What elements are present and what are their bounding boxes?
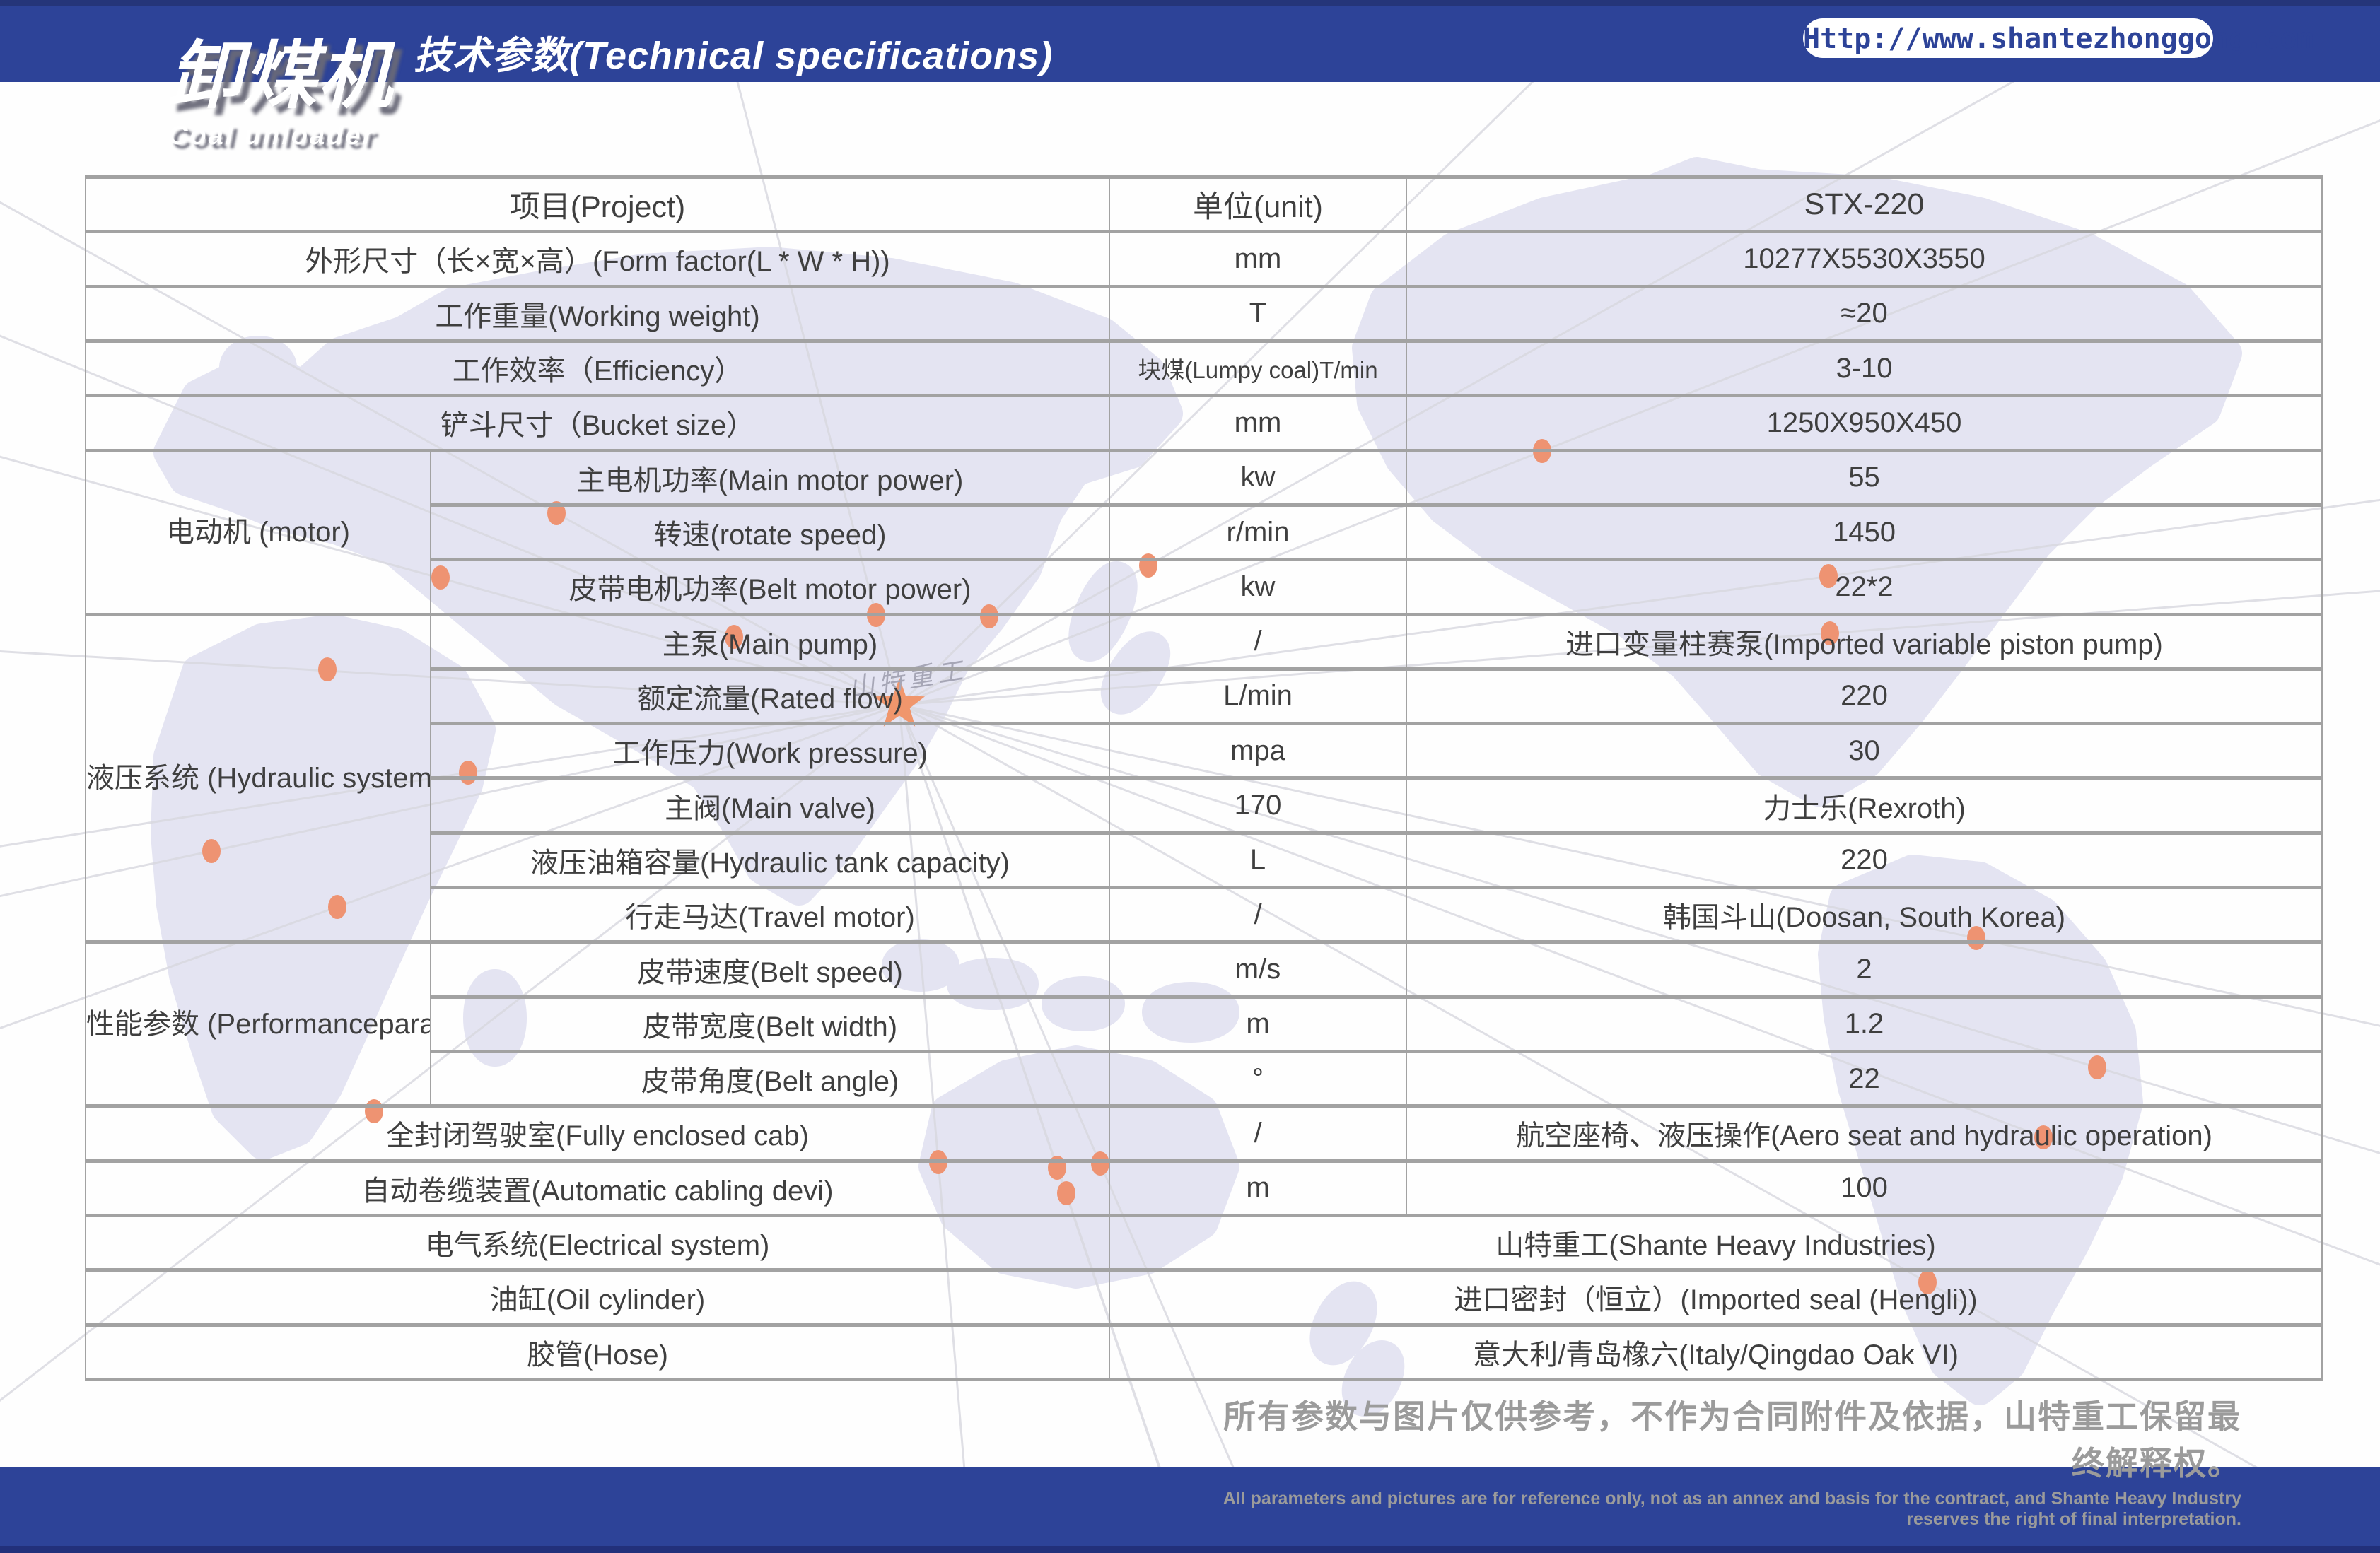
page-title: 技术参数(Technical specifications) [414,24,1053,80]
disclaimer: 所有参数与图片仅供参考，不作为合同附件及依据，山特重工保留最终解释权。 All … [1202,1391,2241,1530]
row-value: 进口密封（恒立）(Imported seal (Hengli)) [1109,1270,2322,1325]
row-value: 220 [1406,669,2322,723]
row-label: 工作效率（Efficiency） [86,341,1109,395]
disclaimer-chinese: 所有参数与图片仅供参考，不作为合同附件及依据，山特重工保留最终解释权。 [1202,1391,2241,1484]
row-value: 进口变量柱赛泵(Imported variable piston pump) [1406,614,2322,669]
row-value: 22 [1406,1052,2322,1106]
group-label-motor: 电动机 (motor) [86,450,431,614]
row-label: 皮带角度(Belt angle) [431,1052,1109,1106]
row-unit: mm [1109,232,1406,286]
row-unit: r/min [1109,505,1406,559]
row-value: 力士乐(Rexroth) [1406,778,2322,833]
row-label: 额定流量(Rated flow) [431,669,1109,723]
row-label: 电气系统(Electrical system) [86,1215,1109,1270]
row-unit: 块煤(Lumpy coal)T/min [1109,341,1406,395]
row-value: 1450 [1406,505,2322,559]
row-unit: T [1109,286,1406,341]
spec-table: 项目(Project) 单位(unit) STX-220 外形尺寸（长×宽×高）… [85,175,2323,1381]
row-label: 工作重量(Working weight) [86,286,1109,341]
row-unit: / [1109,1106,1406,1161]
row-label: 皮带速度(Belt speed) [431,942,1109,997]
row-unit: m/s [1109,942,1406,997]
row-value: 2 [1406,942,2322,997]
table-header-row: 项目(Project) 单位(unit) STX-220 [86,177,2322,232]
table-row: 电动机 (motor) 主电机功率(Main motor power) kw 5… [86,450,2322,505]
table-row: 液压系统 (Hydraulic system) 主泵(Main pump) / … [86,614,2322,669]
row-value: 100 [1406,1161,2322,1215]
row-value: ≈20 [1406,286,2322,341]
row-label: 主电机功率(Main motor power) [431,450,1109,505]
row-unit: 170 [1109,778,1406,833]
row-unit: m [1109,997,1406,1051]
row-value: 220 [1406,833,2322,887]
row-value: 山特重工(Shante Heavy Industries) [1109,1215,2322,1270]
row-unit: mpa [1109,724,1406,778]
row-value: 3-10 [1406,341,2322,395]
row-label: 皮带电机功率(Belt motor power) [431,560,1109,614]
row-label: 油缸(Oil cylinder) [86,1270,1109,1325]
col-header-project: 项目(Project) [86,177,1109,232]
row-unit: mm [1109,396,1406,450]
table-row: 胶管(Hose) 意大利/青岛橡六(Italy/Qingdao Oak VI) [86,1325,2322,1379]
row-unit: kw [1109,560,1406,614]
logo-english: Coal unloader [168,121,393,151]
table-row: 工作重量(Working weight) T ≈20 [86,286,2322,341]
row-label: 外形尺寸（长×宽×高）(Form factor(L * W * H)) [86,232,1109,286]
row-value: 10277X5530X3550 [1406,232,2322,286]
row-value: 航空座椅、液压操作(Aero seat and hydraulic operat… [1406,1106,2322,1161]
row-label: 工作压力(Work pressure) [431,724,1109,778]
table-row: 工作效率（Efficiency） 块煤(Lumpy coal)T/min 3-1… [86,341,2322,395]
logo-chinese: 卸煤机 [168,38,393,115]
group-label-hydraulic: 液压系统 (Hydraulic system) [86,614,431,942]
row-unit: / [1109,888,1406,942]
row-label: 主阀(Main valve) [431,778,1109,833]
row-value: 1250X950X450 [1406,396,2322,450]
disclaimer-english: All parameters and pictures are for refe… [1202,1489,2241,1530]
row-value: 韩国斗山(Doosan, South Korea) [1406,888,2322,942]
row-label: 皮带宽度(Belt width) [431,997,1109,1051]
table-row: 全封闭驾驶室(Fully enclosed cab) / 航空座椅、液压操作(A… [86,1106,2322,1161]
website-url-badge: Http://www.shantezhonggong.com [1803,18,2213,58]
row-value: 1.2 [1406,997,2322,1051]
group-label-performance: 性能参数 (Performanceparameters) [86,942,431,1106]
row-label: 自动卷缆装置(Automatic cabling devi) [86,1161,1109,1215]
spec-sheet-page: 山特重工 卸煤机 Coal unloader 技术参数(Technical sp… [0,0,2380,1553]
row-unit: / [1109,614,1406,669]
col-header-unit: 单位(unit) [1109,177,1406,232]
table-row: 油缸(Oil cylinder) 进口密封（恒立）(Imported seal … [86,1270,2322,1325]
row-unit: m [1109,1161,1406,1215]
row-value: 22*2 [1406,560,2322,614]
row-unit: L/min [1109,669,1406,723]
table-row: 铲斗尺寸（Bucket size） mm 1250X950X450 [86,396,2322,450]
table-row: 性能参数 (Performanceparameters) 皮带速度(Belt s… [86,942,2322,997]
table-row: 电气系统(Electrical system) 山特重工(Shante Heav… [86,1215,2322,1270]
table-row: 自动卷缆装置(Automatic cabling devi) m 100 [86,1161,2322,1215]
row-value: 意大利/青岛橡六(Italy/Qingdao Oak VI) [1109,1325,2322,1379]
col-header-model: STX-220 [1406,177,2322,232]
row-value: 55 [1406,450,2322,505]
row-label: 主泵(Main pump) [431,614,1109,669]
row-label: 液压油箱容量(Hydraulic tank capacity) [431,833,1109,887]
row-unit: kw [1109,450,1406,505]
row-label: 全封闭驾驶室(Fully enclosed cab) [86,1106,1109,1161]
logo: 卸煤机 Coal unloader [168,38,393,151]
row-label: 胶管(Hose) [86,1325,1109,1379]
row-label: 铲斗尺寸（Bucket size） [86,396,1109,450]
row-value: 30 [1406,724,2322,778]
row-unit: L [1109,833,1406,887]
row-label: 行走马达(Travel motor) [431,888,1109,942]
row-unit: ° [1109,1052,1406,1106]
table-row: 外形尺寸（长×宽×高）(Form factor(L * W * H)) mm 1… [86,232,2322,286]
row-label: 转速(rotate speed) [431,505,1109,559]
